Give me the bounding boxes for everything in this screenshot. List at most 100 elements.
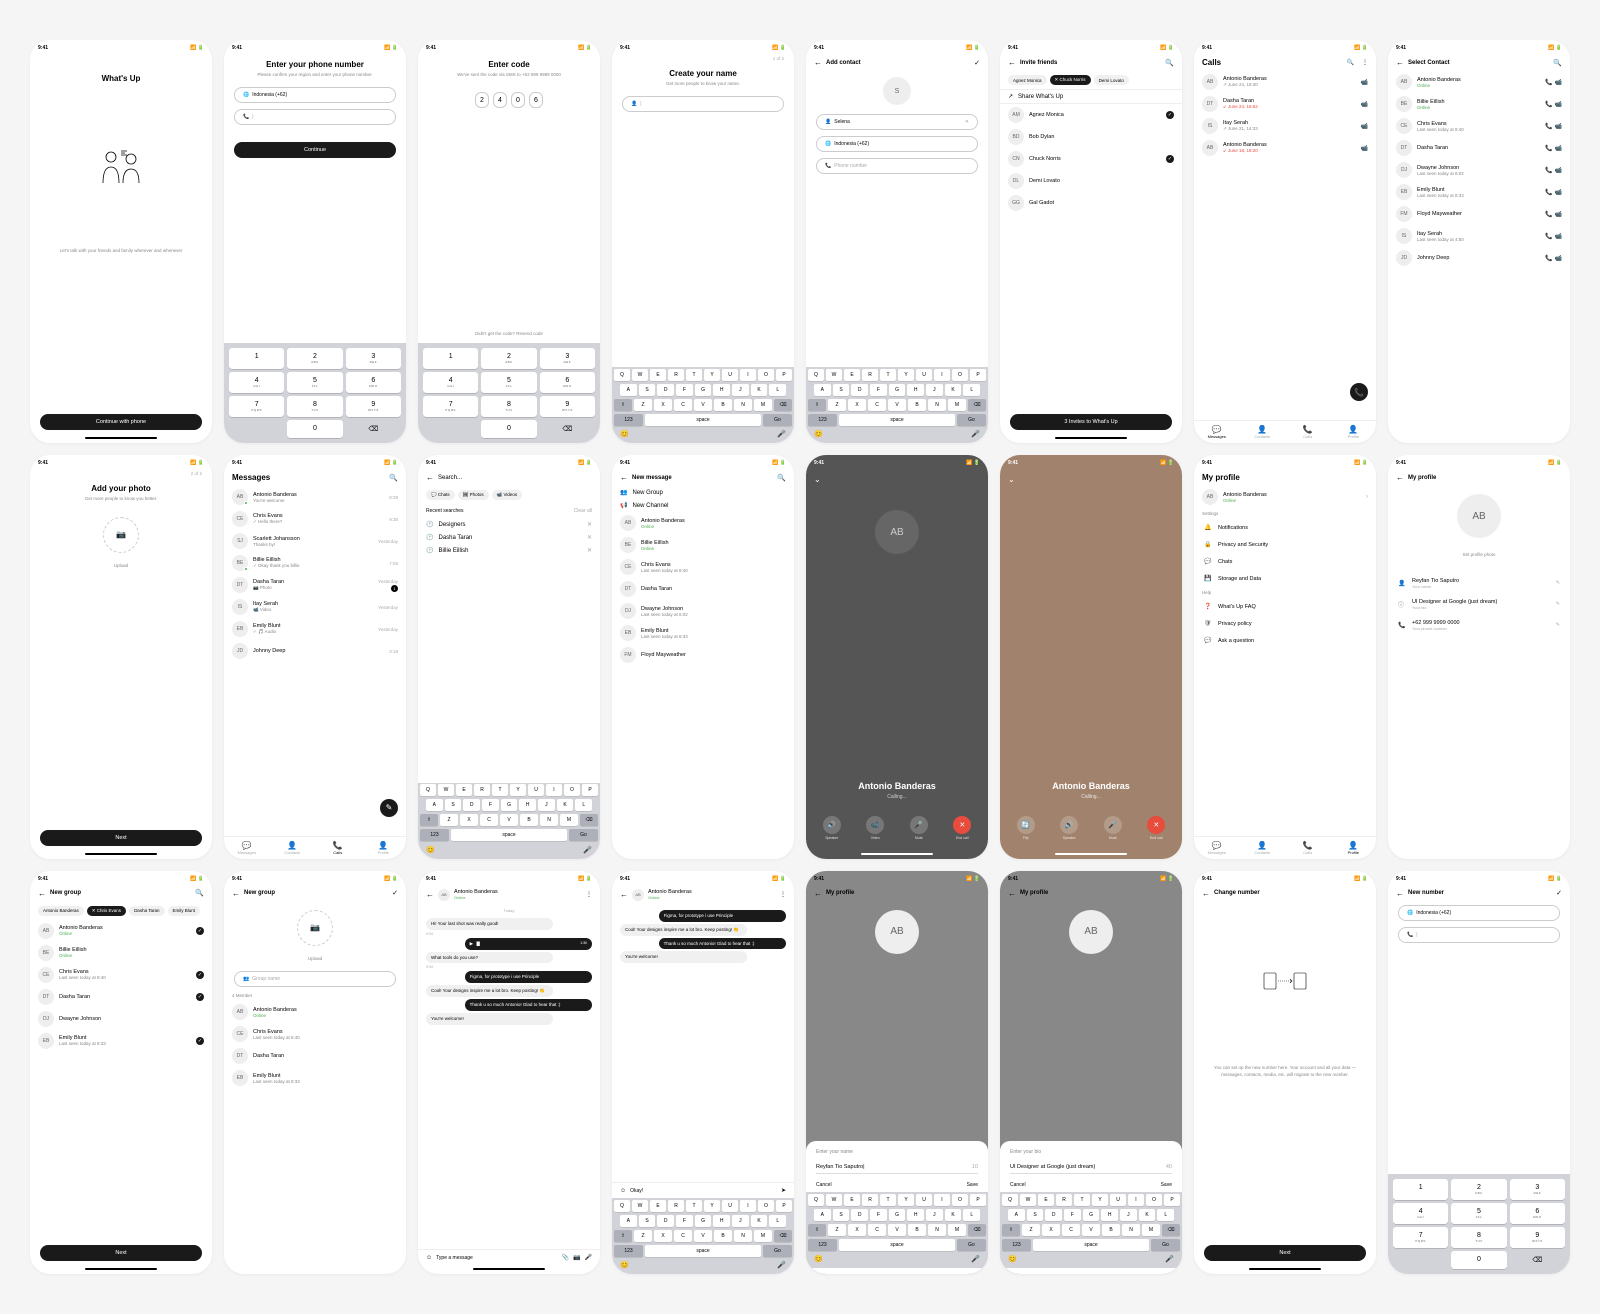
tab-messages[interactable]: 💬Messages bbox=[1194, 837, 1240, 859]
contact-row[interactable]: FMFloyd Mayweather📞 📹 bbox=[1388, 203, 1570, 225]
contact-row[interactable]: DTDasha Taran📞 📹 bbox=[1388, 137, 1570, 159]
numkey-3[interactable]: 3DEF bbox=[346, 348, 401, 369]
otp-input[interactable]: 2406 bbox=[418, 84, 600, 116]
message-input[interactable]: Type a message bbox=[436, 1255, 557, 1261]
profile-field[interactable]: ⓘUI Designer at Google (just dream)Your … bbox=[1388, 594, 1570, 615]
remove-icon[interactable]: ✕ bbox=[587, 534, 592, 541]
mic-key[interactable]: 🎤 bbox=[971, 1255, 980, 1263]
contact-row[interactable]: EBEmily BluntLast seen today at 8:33 bbox=[612, 622, 794, 644]
confirm-icon[interactable]: ✓ bbox=[974, 59, 980, 67]
tab-calls[interactable]: 📞Calls bbox=[315, 837, 361, 859]
settings-row[interactable]: 💾Storage and Data bbox=[1194, 570, 1376, 587]
numkey-8[interactable]: 8TUV bbox=[287, 396, 342, 417]
confirm-icon[interactable]: ✓ bbox=[1556, 889, 1562, 897]
numkey-6[interactable]: 6MNO bbox=[540, 372, 595, 393]
contact-name-input[interactable]: 👤Selena✕ bbox=[816, 114, 978, 130]
contact-row[interactable]: GGGal Gadot bbox=[1000, 192, 1182, 214]
emoji-key[interactable]: 😊 bbox=[620, 1261, 629, 1269]
call-row[interactable]: ISItay Serah↗ June 21, 14:33📹 bbox=[1194, 115, 1376, 137]
contact-row[interactable]: DLDemi Lovato bbox=[1000, 170, 1182, 192]
numkey-1[interactable]: 1 bbox=[229, 348, 284, 369]
mic-icon[interactable]: 🎤 bbox=[585, 1254, 592, 1261]
message-row[interactable]: ISItay Serah📹 VideoYesterday bbox=[224, 596, 406, 618]
numkey-4[interactable]: 4GHI bbox=[423, 372, 478, 393]
numkey-3[interactable]: 3DEF bbox=[1510, 1179, 1565, 1200]
search-input[interactable]: Search... bbox=[438, 475, 592, 481]
continue-button[interactable]: Continue bbox=[234, 142, 396, 158]
emoji-key[interactable]: 😊 bbox=[620, 430, 629, 438]
emoji-key[interactable]: 😊 bbox=[814, 1255, 823, 1263]
compose-fab[interactable]: ✎ bbox=[380, 799, 398, 817]
profile-field[interactable]: 👤Reyfan Tio SaputroYour name✎ bbox=[1388, 573, 1570, 594]
profile-row[interactable]: ABAntonio BanderasOnline› bbox=[1194, 486, 1376, 508]
name-sheet-input[interactable]: Reyfan Tio Saputro|10 bbox=[816, 1161, 978, 1174]
group-photo-upload[interactable]: 📷 bbox=[297, 910, 333, 946]
contact-row[interactable]: DTDasha Taran bbox=[224, 1045, 406, 1067]
contact-row[interactable]: ABAntonio BanderasOnline✓ bbox=[30, 920, 212, 942]
tab-calls[interactable]: 📞Calls bbox=[1285, 837, 1331, 859]
message-row[interactable]: SJScarlett JohanssonThanks hy!Yesterday bbox=[224, 530, 406, 552]
remove-icon[interactable]: ✕ bbox=[587, 547, 592, 554]
minimize-icon[interactable]: ⌄ bbox=[1008, 475, 1015, 484]
contact-row[interactable]: ABAntonio BanderasOnline bbox=[224, 1001, 406, 1023]
numkey-9[interactable]: 9WXYZ bbox=[1510, 1227, 1565, 1248]
contact-row[interactable]: ABAntonio BanderasOnline📞 📹 bbox=[1388, 71, 1570, 93]
numkey-3[interactable]: 3DEF bbox=[540, 348, 595, 369]
mute-button[interactable]: 🎤 bbox=[1104, 816, 1122, 834]
contact-row[interactable]: BEBillie EillishOnline bbox=[30, 942, 212, 964]
numkey-9[interactable]: 9WXYZ bbox=[540, 396, 595, 417]
contact-row[interactable]: EBEmily BluntLast seen today at 8:33✓ bbox=[30, 1030, 212, 1052]
contact-row[interactable]: DJDwayne Johnson bbox=[30, 1008, 212, 1030]
mic-key[interactable]: 🎤 bbox=[583, 846, 592, 854]
numkey-9[interactable]: 9WXYZ bbox=[346, 396, 401, 417]
search-icon[interactable]: 🔍 bbox=[1347, 59, 1354, 66]
numkey-6[interactable]: 6MNO bbox=[346, 372, 401, 393]
tab-messages[interactable]: 💬Messages bbox=[224, 837, 270, 859]
settings-row[interactable]: 🔒Privacy and Security bbox=[1194, 536, 1376, 553]
contact-row[interactable]: DTDasha Taran bbox=[612, 578, 794, 600]
tab-calls[interactable]: 📞Calls bbox=[1285, 421, 1331, 443]
mic-key[interactable]: 🎤 bbox=[1165, 1255, 1174, 1263]
country-select[interactable]: 🌐Indonesia (+62) bbox=[234, 87, 396, 103]
numkey-6[interactable]: 6MNO bbox=[1510, 1203, 1565, 1224]
video-button[interactable]: 📹 bbox=[866, 816, 884, 834]
numkey-4[interactable]: 4GHI bbox=[229, 372, 284, 393]
numkey-2[interactable]: 2ABC bbox=[481, 348, 536, 369]
numkey-4[interactable]: 4GHI bbox=[1393, 1203, 1448, 1224]
call-row[interactable]: DTDasha Taran↙ June 24, 16:52📹 bbox=[1194, 93, 1376, 115]
contact-row[interactable]: CEChris EvansLast seen today at 8:40📞 📹 bbox=[1388, 115, 1570, 137]
profile-field[interactable]: 📞+62 999 9999 0000Your phone number✎ bbox=[1388, 615, 1570, 636]
group-name-input[interactable]: 👥Group name bbox=[234, 971, 396, 987]
call-row[interactable]: ABAntonio Banderas↙ June 18, 18:20📹 bbox=[1194, 137, 1376, 159]
tab-messages[interactable]: 💬Messages bbox=[1194, 421, 1240, 443]
send-icon[interactable]: ➤ bbox=[781, 1187, 786, 1194]
camera-icon[interactable]: 📷 bbox=[573, 1254, 580, 1261]
tab-contacts[interactable]: 👤Contacts bbox=[1240, 421, 1286, 443]
more-icon[interactable]: ⋮ bbox=[586, 891, 592, 898]
numkey-7[interactable]: 7PQRS bbox=[229, 396, 284, 417]
end-call-button[interactable]: ✕ bbox=[1147, 816, 1165, 834]
contact-row[interactable]: FMFloyd Mayweather bbox=[612, 644, 794, 666]
mute-button[interactable]: 🎤 bbox=[910, 816, 928, 834]
resend-link[interactable]: Didn't get the code? Resend code bbox=[428, 331, 590, 337]
numkey-7[interactable]: 7PQRS bbox=[423, 396, 478, 417]
message-row[interactable]: ABAntonio BanderasYou're welcome9:39 bbox=[224, 486, 406, 508]
numkey-2[interactable]: 2ABC bbox=[287, 348, 342, 369]
numkey-1[interactable]: 1 bbox=[423, 348, 478, 369]
country-select[interactable]: 🌐Indonesia (+62) bbox=[1398, 905, 1560, 921]
numkey-2[interactable]: 2ABC bbox=[1451, 1179, 1506, 1200]
new-call-fab[interactable]: 📞 bbox=[1350, 383, 1368, 401]
contact-row[interactable]: CEChris EvansLast seen today at 8:40 bbox=[612, 556, 794, 578]
contact-row[interactable]: JDJohnny Deep📞 📹 bbox=[1388, 247, 1570, 269]
bio-sheet-input[interactable]: UI Designer at Google (just dream)40 bbox=[1010, 1161, 1172, 1174]
speaker-button[interactable]: 🔊 bbox=[1060, 816, 1078, 834]
back-button[interactable]: ← bbox=[814, 58, 822, 67]
call-row[interactable]: ABAntonio Banderas↗ June 24, 18:30📹 bbox=[1194, 71, 1376, 93]
cancel-button[interactable]: Cancel bbox=[816, 1182, 832, 1188]
invite-button[interactable]: 3 Invites to What's Up bbox=[1010, 414, 1172, 430]
numkey-8[interactable]: 8TUV bbox=[1451, 1227, 1506, 1248]
contact-row[interactable]: DJDwayne JohnsonLast seen today at 6:02📞… bbox=[1388, 159, 1570, 181]
contact-row[interactable]: BEBillie EillishOnline📞 📹 bbox=[1388, 93, 1570, 115]
contact-row[interactable]: BDBob Dylan bbox=[1000, 126, 1182, 148]
contact-row[interactable]: EBEmily BluntLast seen today at 8:33📞 📹 bbox=[1388, 181, 1570, 203]
